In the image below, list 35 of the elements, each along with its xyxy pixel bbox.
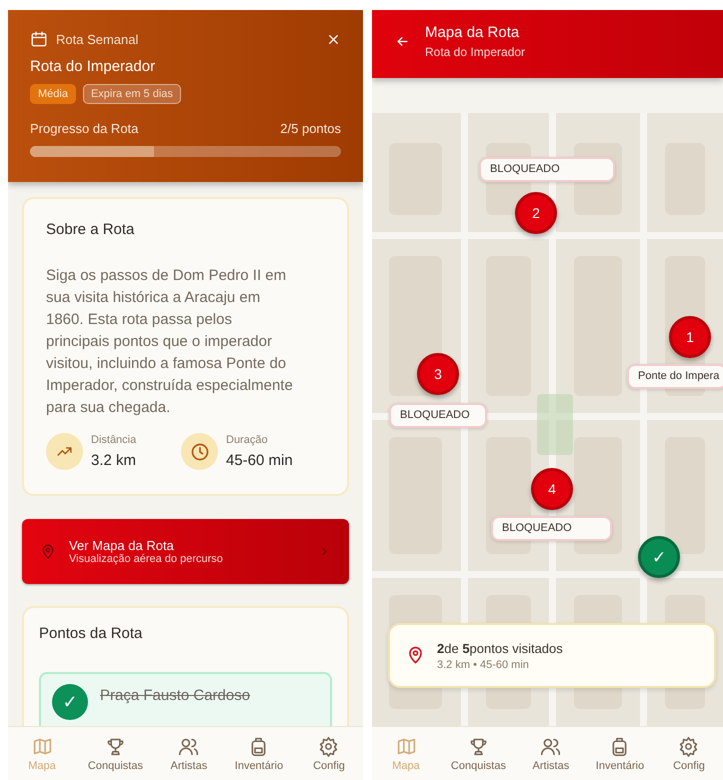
route-type-label: Rota Semanal: [56, 32, 138, 46]
progress-label: Progresso da Rota: [30, 121, 138, 136]
route-point-item[interactable]: ✓ Praça Fausto Cardoso: [39, 672, 332, 726]
visited-count: 2de 5pontos visitados: [437, 640, 563, 656]
visited-check: ✓: [52, 684, 88, 720]
pin-caption: BLOQUEADO: [479, 157, 615, 182]
point-name: Praça Fausto Cardoso: [100, 687, 250, 704]
tag: Média: [30, 84, 76, 104]
route-details: 3.2 km • 45-60 min: [437, 658, 530, 670]
screen-title: Mapa da Rota: [425, 24, 520, 40]
stat-label: Distância: [91, 434, 136, 446]
view-map-button[interactable]: Ver Mapa da Rota Visualização aérea do percurso: [22, 519, 349, 584]
nav-tab[interactable]: Config: [660, 727, 717, 780]
nav-tab[interactable]: Conquistas: [82, 727, 149, 780]
pin-caption: Ponte do Impera: [627, 364, 723, 389]
card-title: Sobre a Rota: [46, 221, 136, 238]
progress-count: 2/5 pontos: [280, 121, 341, 136]
card-title: Pontos da Rota: [39, 625, 144, 642]
pin-caption: BLOQUEADO: [491, 516, 612, 541]
stat-label: Duração: [226, 434, 269, 446]
route-title: Rota do Imperador: [30, 58, 156, 75]
route-description: Siga os passos de Dom Pedro II em sua visita histórica a Aracaju em 1860. Esta rota passa pelos principais pontos que o imperador visitou, incluindo a famosa Ponte do Imperador, construída especialmente para sua chegada.: [46, 266, 294, 418]
nav-tab[interactable]: Artistas: [160, 727, 217, 780]
button-title: Ver Mapa da Rota: [69, 538, 175, 553]
stat-value: 45-60 min: [226, 452, 293, 469]
nav-tab[interactable]: Inventário: [228, 727, 290, 780]
nav-tab[interactable]: Config: [300, 727, 357, 780]
nav-tab[interactable]: Inventário: [590, 727, 650, 780]
screen-subtitle: Rota do Imperador: [425, 44, 526, 58]
pin-caption: BLOQUEADO: [389, 403, 487, 428]
nav-tab[interactable]: Conquistas: [444, 727, 512, 780]
tag: Expira em 5 dias: [82, 84, 181, 104]
nav-tab[interactable]: Artistas: [522, 727, 579, 780]
stat-value: 3.2 km: [91, 452, 136, 469]
button-subtitle: Visualização aérea do percurso: [69, 553, 224, 565]
